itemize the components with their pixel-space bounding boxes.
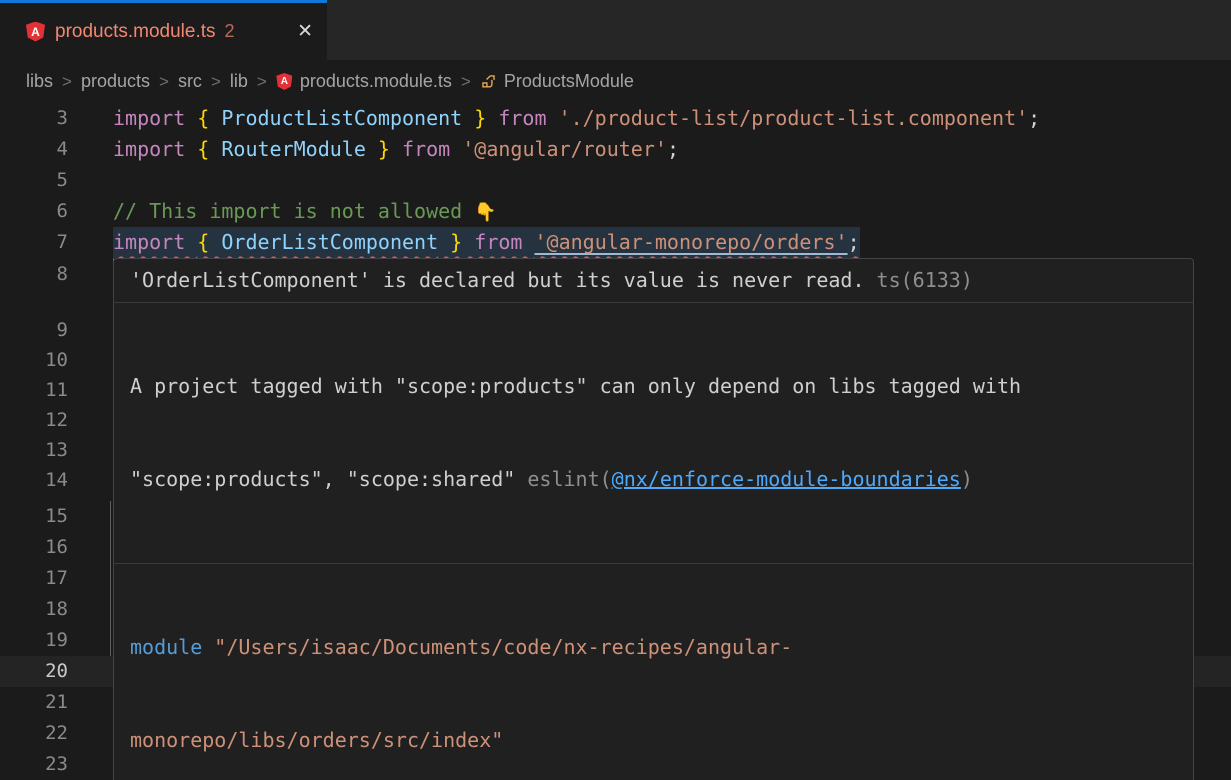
token: from: [462, 230, 534, 254]
line-number[interactable]: 6: [24, 196, 68, 227]
code-text: // This import is not allowed 👇: [113, 196, 497, 228]
hover-eslint-error: A project tagged with "scope:products" c…: [114, 303, 1193, 564]
line-number[interactable]: 23: [24, 749, 68, 780]
close-icon[interactable]: ✕: [297, 20, 313, 43]
line-number[interactable]: 7: [24, 227, 68, 258]
code-line-4[interactable]: 4 import { RouterModule } from '@angular/…: [0, 134, 1231, 165]
token: {: [197, 137, 221, 161]
code-text: import { ProductListComponent } from './…: [113, 103, 1040, 134]
breadcrumb-item-products[interactable]: products: [81, 71, 150, 92]
line-number[interactable]: 16: [24, 532, 68, 563]
code-line-5[interactable]: 5: [0, 165, 1231, 196]
tab-title: products.module.ts: [55, 21, 216, 43]
line-number[interactable]: 20: [24, 656, 68, 687]
code-line-3[interactable]: 3 import { ProductListComponent } from '.…: [0, 103, 1231, 134]
line-number[interactable]: 4: [24, 134, 68, 165]
breadcrumb-separator: >: [461, 72, 471, 92]
line-number[interactable]: 13: [24, 435, 68, 466]
token: ;: [667, 137, 679, 161]
line-number[interactable]: 12: [24, 405, 68, 436]
token: from: [486, 106, 558, 130]
eslint-rule-link[interactable]: @nx/enforce-module-boundaries: [612, 467, 961, 491]
token: import: [113, 137, 197, 161]
token: ProductListComponent: [221, 106, 462, 130]
line-number[interactable]: 9: [24, 315, 68, 346]
code-line-6[interactable]: 6 // This import is not allowed 👇: [0, 196, 1231, 227]
token: ;: [1028, 106, 1040, 130]
token: }: [438, 230, 462, 254]
breadcrumb-item-file[interactable]: A products.module.ts: [276, 71, 452, 92]
line-number[interactable]: 14: [24, 465, 68, 496]
token: {: [197, 106, 221, 130]
breadcrumb-separator: >: [159, 72, 169, 92]
class-symbol-icon: [480, 73, 497, 90]
token: {: [197, 230, 221, 254]
breadcrumb-separator: >: [211, 72, 221, 92]
line-number[interactable]: 17: [24, 563, 68, 594]
code-text-error: import { OrderListComponent } from '@ang…: [113, 227, 860, 258]
hover-module-path: module "/Users/isaac/Documents/code/nx-r…: [114, 564, 1193, 780]
breadcrumb-separator: >: [62, 72, 72, 92]
tab-products-module[interactable]: A products.module.ts 2 ✕: [0, 0, 327, 60]
breadcrumb-item-symbol[interactable]: ProductsModule: [480, 71, 634, 92]
line-number[interactable]: 11: [24, 375, 68, 406]
line-number[interactable]: 8: [24, 259, 68, 290]
breadcrumb-item-libs[interactable]: libs: [26, 71, 53, 92]
editor[interactable]: 3 import { ProductListComponent } from '.…: [0, 103, 1231, 780]
ts-error-code: ts(6133): [865, 268, 973, 292]
breadcrumb: libs > products > src > lib > A products…: [0, 60, 1231, 103]
tab-bar: A products.module.ts 2 ✕: [0, 0, 1231, 60]
breadcrumb-item-lib[interactable]: lib: [230, 71, 248, 92]
breadcrumb-item-src[interactable]: src: [178, 71, 202, 92]
breadcrumb-separator: >: [257, 72, 267, 92]
token: 👇: [474, 202, 496, 223]
token: import: [113, 106, 197, 130]
token: RouterModule: [221, 137, 366, 161]
line-number[interactable]: 19: [24, 625, 68, 656]
token: OrderListComponent: [221, 230, 438, 254]
code-line-7[interactable]: 7 import { OrderListComponent } from '@an…: [0, 227, 1231, 258]
line-number[interactable]: 18: [24, 594, 68, 625]
token: '@angular/router': [462, 137, 667, 161]
line-number[interactable]: 15: [24, 501, 68, 532]
angular-icon: A: [276, 73, 293, 90]
token: // This import is not allowed: [113, 199, 474, 223]
token: './product-list/product-list.component': [559, 106, 1029, 130]
token: '@angular-monorepo/orders': [534, 230, 847, 254]
angular-icon: A: [26, 22, 45, 42]
token: from: [390, 137, 462, 161]
error-hover-tooltip: 'OrderListComponent' is declared but its…: [113, 258, 1194, 780]
line-number[interactable]: 5: [24, 165, 68, 196]
code-text: import { RouterModule } from '@angular/r…: [113, 134, 679, 165]
token: }: [462, 106, 486, 130]
token: }: [366, 137, 390, 161]
tab-problem-count: 2: [225, 21, 235, 42]
line-number[interactable]: 21: [24, 687, 68, 718]
hover-ts-error: 'OrderListComponent' is declared but its…: [114, 259, 1193, 303]
line-number[interactable]: 22: [24, 718, 68, 749]
token: import: [113, 230, 197, 254]
token: ;: [848, 230, 860, 254]
line-number[interactable]: 10: [24, 345, 68, 376]
line-number[interactable]: 3: [24, 103, 68, 134]
